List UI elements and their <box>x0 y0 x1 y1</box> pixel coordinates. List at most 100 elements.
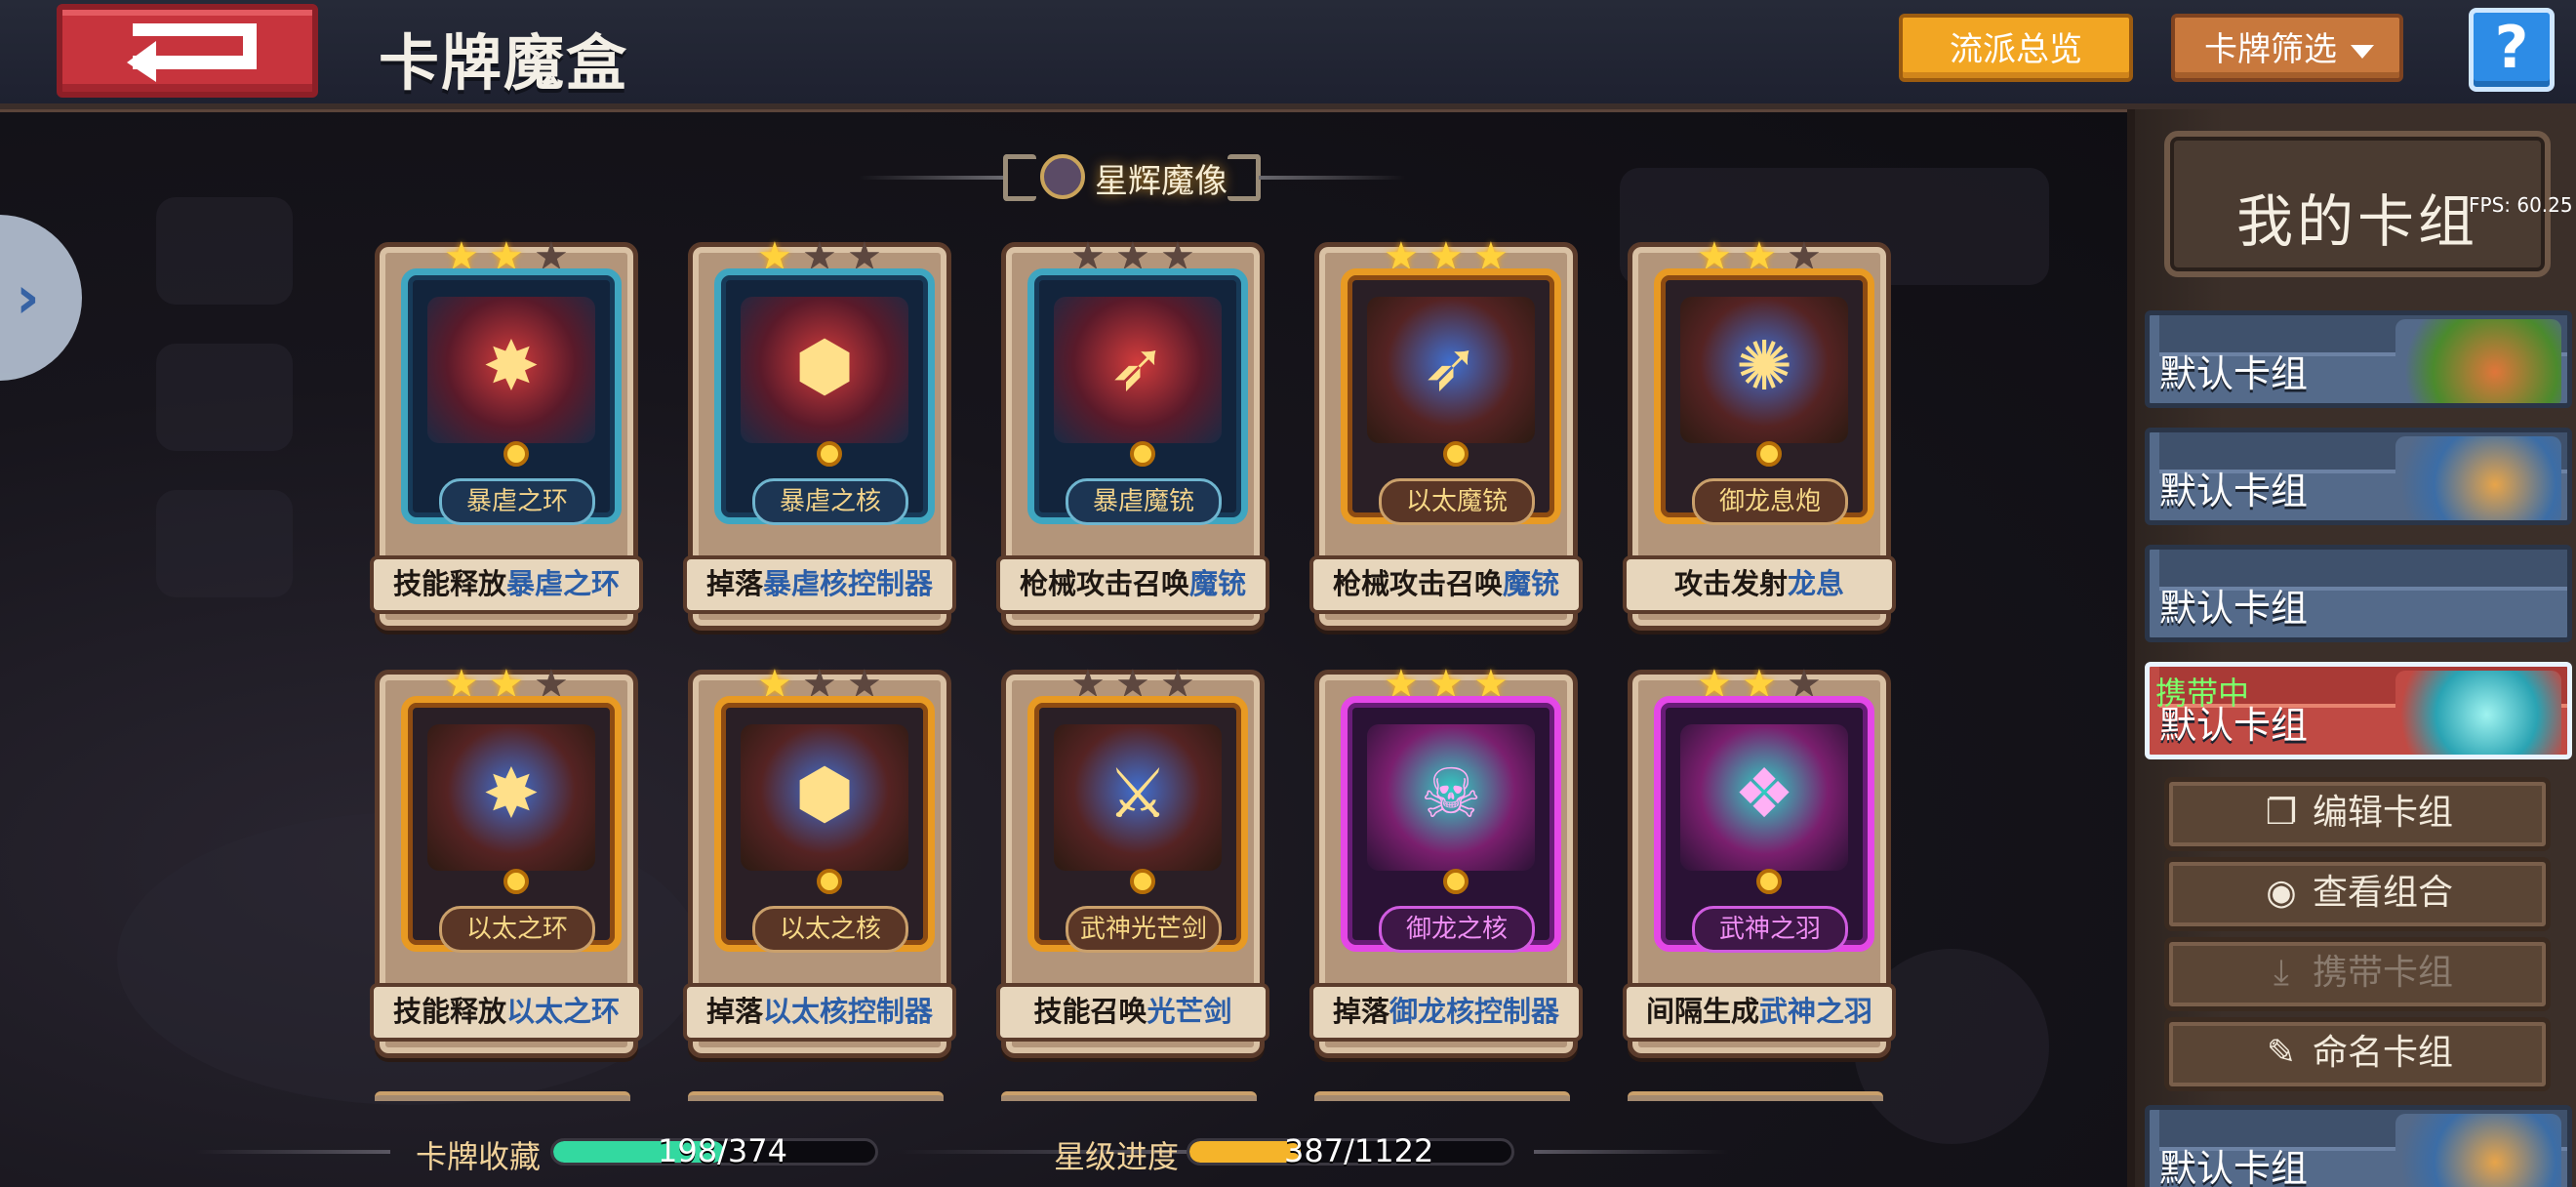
feather-icon: ❖ <box>1733 754 1795 834</box>
card-name: 暴虐之环 <box>439 478 595 525</box>
card-9[interactable]: ★ ★ ★ ☠ 御龙之核 掉落御龙核控制器 <box>1309 665 1583 1058</box>
category-title: 星辉魔像 <box>1095 162 1228 201</box>
help-button[interactable]: ? <box>2469 8 2555 92</box>
card-frame: ☠ 御龙之核 <box>1341 696 1561 953</box>
card-art: ✺ <box>1680 297 1848 443</box>
card-description: 间隔生成武神之羽 <box>1623 983 1896 1042</box>
card-2[interactable]: ★ ★ ★ ⬢ 暴虐之核 掉落暴虐核控制器 <box>683 237 956 631</box>
fps-counter: FPS: 60.25 <box>2469 193 2573 217</box>
gem-icon <box>1130 869 1155 894</box>
card-frame: ⬢ 暴虐之核 <box>714 268 935 525</box>
card-art: ➶ <box>1054 297 1222 443</box>
download-icon: ⤓ <box>2274 953 2289 993</box>
card-frame: ✺ 御龙息炮 <box>1654 268 1874 525</box>
card-art: ✸ <box>427 297 595 443</box>
ring-icon: ✸ <box>482 754 541 834</box>
card-7[interactable]: ★ ★ ★ ⬢ 以太之核 掉落以太核控制器 <box>683 665 956 1058</box>
dragon-core-icon: ☠ <box>1420 754 1482 834</box>
card-description-text: 攻击发射 <box>1673 567 1788 600</box>
card-1[interactable]: ★ ★ ★ ✸ 暴虐之环 技能释放暴虐之环 <box>370 237 643 631</box>
background-blob <box>156 344 293 451</box>
card-art: ➶ <box>1367 297 1535 443</box>
rename-deck-button[interactable]: ✎ 命名卡组 <box>2164 1017 2551 1091</box>
card-description-text: 掉落 <box>705 995 763 1028</box>
golem-emblem-icon <box>1040 154 1085 199</box>
gem-icon <box>817 869 842 894</box>
deck-portrait-avatar <box>2395 1114 2561 1187</box>
card-frame: ✸ 以太之环 <box>401 696 622 953</box>
card-10[interactable]: ★ ★ ★ ❖ 武神之羽 间隔生成武神之羽 <box>1623 665 1896 1058</box>
card-art: ✸ <box>427 724 595 871</box>
edit-deck-button[interactable]: ❐ 编辑卡组 <box>2164 777 2551 851</box>
gem-icon <box>1756 441 1782 467</box>
deck-portrait-avatar <box>2395 671 2561 755</box>
ring-icon: ✸ <box>482 326 541 406</box>
core-icon: ⬢ <box>794 326 855 406</box>
card-description-highlight: 魔铳 <box>1503 567 1560 600</box>
card-filter-dropdown[interactable]: 卡牌筛选 <box>2171 14 2403 82</box>
card-peek[interactable] <box>1628 1091 1883 1101</box>
card-name: 暴虐之核 <box>752 478 908 525</box>
card-5[interactable]: ★ ★ ★ ✺ 御龙息炮 攻击发射龙息 <box>1623 237 1896 631</box>
header-bar: 卡牌魔盒 流派总览 卡牌筛选 ? <box>0 0 2576 109</box>
divider <box>195 1150 390 1154</box>
card-peek[interactable] <box>1001 1091 1257 1101</box>
pencil-icon: ✎ <box>2266 1033 2297 1073</box>
deck-slot-4-active[interactable]: 携带中 默认卡组 <box>2145 662 2572 759</box>
carry-deck-label: 携带卡组 <box>2312 953 2453 993</box>
divider <box>859 176 1005 180</box>
card-description-highlight: 暴虐核控制器 <box>763 567 934 600</box>
card-description-highlight: 魔铳 <box>1189 567 1247 600</box>
card-8[interactable]: ★ ★ ★ ⚔ 武神光芒剑 技能召唤光芒剑 <box>996 665 1269 1058</box>
gem-icon <box>503 441 529 467</box>
card-description-text: 掉落 <box>1332 995 1389 1028</box>
divider <box>1259 176 1405 180</box>
my-deck-title: 我的卡组 <box>2235 188 2478 255</box>
deck-name: 默认卡组 <box>2159 587 2309 630</box>
card-description-text: 技能释放 <box>392 567 506 600</box>
view-combo-button[interactable]: ◉ 查看组合 <box>2164 857 2551 931</box>
back-button[interactable] <box>57 4 318 98</box>
card-description: 掉落暴虐核控制器 <box>683 555 956 614</box>
deck-portrait-avatar <box>2395 319 2561 403</box>
carry-deck-button[interactable]: ⤓ 携带卡组 <box>2164 937 2551 1011</box>
background-blob <box>156 490 293 597</box>
card-peek[interactable] <box>688 1091 944 1101</box>
rename-deck-label: 命名卡组 <box>2312 1033 2453 1073</box>
card-frame: ➶ 暴虐魔铳 <box>1027 268 1248 525</box>
card-description-text: 枪械攻击召唤 <box>1332 567 1503 600</box>
card-art: ❖ <box>1680 724 1848 871</box>
card-peek[interactable] <box>375 1091 630 1101</box>
card-description: 掉落御龙核控制器 <box>1309 983 1583 1042</box>
deck-name: 默认卡组 <box>2159 1147 2309 1187</box>
deck-slot-2[interactable]: 默认卡组 <box>2145 428 2572 525</box>
card-4[interactable]: ★ ★ ★ ➶ 以太魔铳 枪械攻击召唤魔铳 <box>1309 237 1583 631</box>
overview-button[interactable]: 流派总览 <box>1899 14 2133 82</box>
card-description-highlight: 暴虐之环 <box>506 567 621 600</box>
core-icon: ⬢ <box>794 754 855 834</box>
gem-icon <box>817 441 842 467</box>
card-peek[interactable] <box>1314 1091 1570 1101</box>
card-description: 技能释放以太之环 <box>370 983 643 1042</box>
copy-icon: ❐ <box>2265 793 2298 833</box>
deck-slot-3[interactable]: 默认卡组 <box>2145 545 2572 642</box>
deck-name: 默认卡组 <box>2159 704 2309 747</box>
chevron-right-icon: › <box>16 264 40 332</box>
card-description-highlight: 御龙核控制器 <box>1389 995 1560 1028</box>
star-progress-label: 星级进度 <box>1054 1138 1180 1175</box>
star-progress-value: 387/1122 <box>1284 1132 1434 1169</box>
card-description-highlight: 以太核控制器 <box>763 995 934 1028</box>
card-name: 御龙之核 <box>1379 906 1535 953</box>
card-name: 暴虐魔铳 <box>1066 478 1222 525</box>
deck-sidebar: 我的卡组 默认卡组 默认卡组 默认卡组 携带中 默认卡组 ❐ 编辑卡组 ◉ 查看组合… <box>2127 109 2576 1187</box>
deck-slot-1[interactable]: 默认卡组 <box>2145 310 2572 408</box>
card-3[interactable]: ★ ★ ★ ➶ 暴虐魔铳 枪械攻击召唤魔铳 <box>996 237 1269 631</box>
card-description: 枪械攻击召唤魔铳 <box>996 555 1269 614</box>
gun-icon: ➶ <box>1422 326 1480 406</box>
card-name: 武神之羽 <box>1692 906 1848 953</box>
card-description-highlight: 光芒剑 <box>1147 995 1232 1028</box>
card-6[interactable]: ★ ★ ★ ✸ 以太之环 技能释放以太之环 <box>370 665 643 1058</box>
deck-slot-5[interactable]: 默认卡组 <box>2145 1105 2572 1187</box>
page-title: 卡牌魔盒 <box>379 27 629 99</box>
card-description-text: 技能召唤 <box>1033 995 1147 1028</box>
